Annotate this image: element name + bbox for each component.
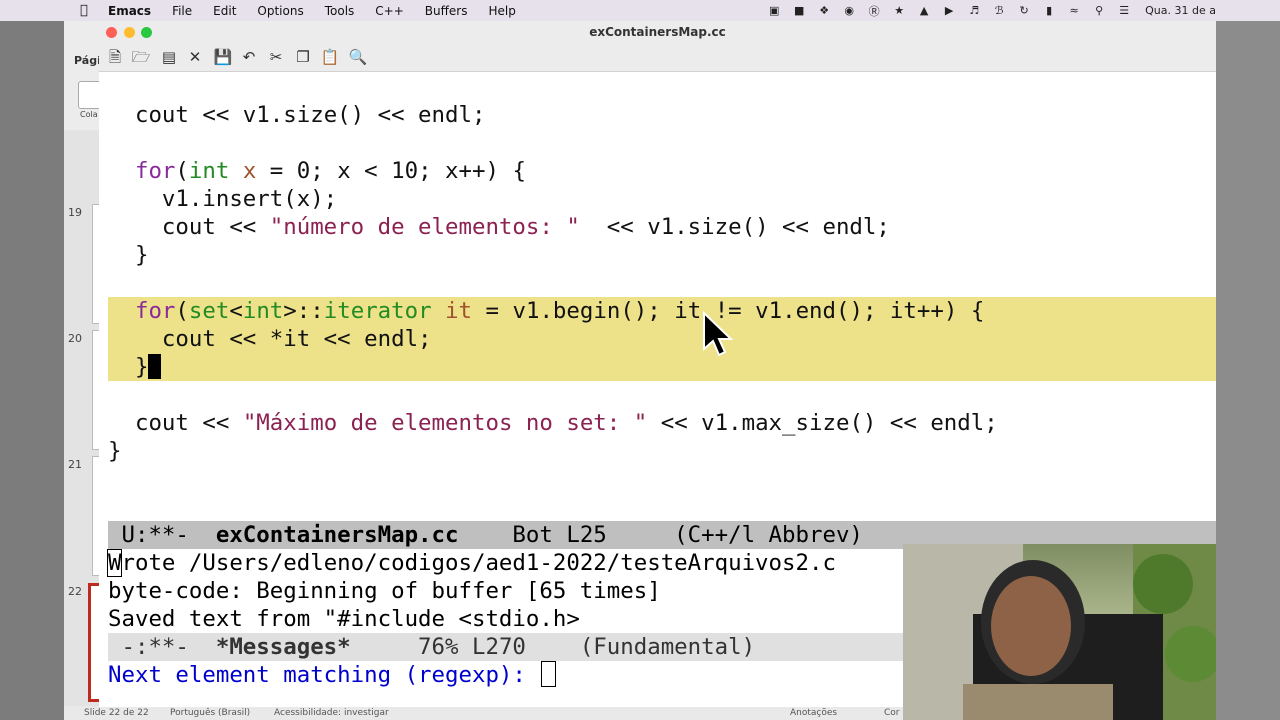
status-accessibility[interactable]: Acessibilidade: investigar (274, 708, 389, 718)
toolbar: 🗎 🗁 ▤ ✕ 💾 ↶ ✂ ❐ 📋 🔍 (99, 43, 1216, 72)
control-center-icon[interactable]: ☰ (1116, 4, 1132, 17)
save-icon[interactable]: 💾 (212, 47, 234, 67)
bluetooth-icon[interactable]: ℬ (991, 4, 1007, 17)
slide-number-20: 20 (68, 332, 82, 345)
wifi-icon[interactable]: ≈ (1066, 4, 1082, 17)
paste-icon[interactable]: 📋 (319, 47, 341, 67)
translator-icon[interactable]: ★ (891, 4, 907, 17)
slide-number-21: 21 (68, 458, 82, 471)
menu-tools[interactable]: Tools (325, 4, 355, 18)
code-line-highlighted: cout << *it << endl; (108, 325, 1216, 353)
apple-icon[interactable]:  (80, 3, 98, 18)
status-comments[interactable]: Cor (884, 708, 900, 718)
menu-file[interactable]: File (172, 4, 192, 18)
code-line: cout << v1.size() << endl; (134, 102, 486, 128)
paste-label: Cola (80, 110, 98, 119)
copy-icon[interactable]: ❐ (292, 47, 314, 67)
status-notes[interactable]: Anotações (790, 708, 837, 718)
presenter-video (903, 544, 1216, 720)
ribbon-tab[interactable]: Pági (74, 54, 101, 67)
code-line: for(int x = 0; x < 10; x++) { (134, 158, 526, 184)
code-line: v1.insert(x); (161, 186, 338, 212)
menu-options[interactable]: Options (257, 4, 303, 18)
code-line: } (108, 438, 122, 464)
menu-edit[interactable]: Edit (213, 4, 236, 18)
code-line: cout << "Máximo de elementos no set: " <… (134, 410, 998, 436)
status-slide: Slide 22 de 22 (84, 708, 149, 718)
control-icon[interactable]: ▲ (916, 4, 932, 17)
window-title: exContainersMap.cc (589, 25, 726, 39)
text-cursor (148, 354, 162, 379)
code-buffer[interactable]: cout << v1.size() << endl; for(int x = 0… (108, 71, 1216, 521)
time-machine-icon[interactable]: ↻ (1016, 4, 1032, 17)
undo-icon[interactable]: ↶ (238, 47, 260, 67)
status-icons: ▣ ■ ❖ ◉ Ⓡ ★ ▲ ▶ ♬ ℬ ↻ ▮ ≈ ⚲ ☰ Qua. 31 de… (766, 0, 1216, 21)
new-file-icon[interactable]: 🗎 (104, 47, 126, 67)
minibuffer-input[interactable] (541, 661, 557, 687)
menu-app-emacs[interactable]: Emacs (108, 4, 151, 18)
search-icon[interactable]: 🔍 (347, 47, 369, 67)
broadcast-icon[interactable]: ◉ (841, 4, 857, 17)
camera-icon[interactable]: ■ (791, 4, 807, 17)
clock[interactable]: Qua. 31 de a (1145, 4, 1216, 17)
close-buffer-icon[interactable]: ✕ (184, 47, 206, 67)
slide-number-22: 22 (68, 585, 82, 598)
webcam-video-overlay (903, 544, 1216, 720)
dropbox-icon[interactable]: ❖ (816, 4, 832, 17)
screen-record-icon[interactable]: ▣ (766, 4, 782, 17)
search-icon[interactable]: ⚲ (1091, 4, 1107, 17)
title-bar[interactable]: exContainersMap.cc (99, 21, 1216, 43)
open-folder-icon[interactable]: 🗁 (130, 47, 152, 67)
mode-line-buffer-name: exContainersMap.cc (215, 522, 459, 548)
code-line: cout << "número de elementos: " << v1.si… (161, 214, 890, 240)
play-icon[interactable]: ▶ (941, 4, 957, 17)
skype-icon[interactable]: Ⓡ (866, 3, 882, 19)
minibuffer-prompt: Next element matching (regexp): (108, 662, 540, 688)
open-directory-icon[interactable]: ▤ (158, 47, 180, 67)
headphones-icon[interactable]: ♬ (966, 4, 982, 17)
menu-buffers[interactable]: Buffers (425, 4, 468, 18)
code-line-highlighted: for(set<int>::iterator it = v1.begin(); … (108, 297, 1216, 325)
code-line: } (134, 242, 149, 268)
menu-bar:  Emacs File Edit Options Tools C++ Buff… (0, 0, 1280, 21)
cut-icon[interactable]: ✂ (265, 47, 287, 67)
battery-icon[interactable]: ▮ (1041, 4, 1057, 17)
status-language[interactable]: Português (Brasil) (170, 708, 250, 718)
menu-help[interactable]: Help (488, 4, 515, 18)
background-desktop (1216, 21, 1280, 720)
menu-cpp[interactable]: C++ (375, 4, 404, 18)
slide-number-19: 19 (68, 206, 82, 219)
mode-line-buffer-name: *Messages* (215, 634, 351, 660)
mouse-pointer-icon (703, 311, 734, 357)
code-line-highlighted: } (108, 353, 1216, 381)
